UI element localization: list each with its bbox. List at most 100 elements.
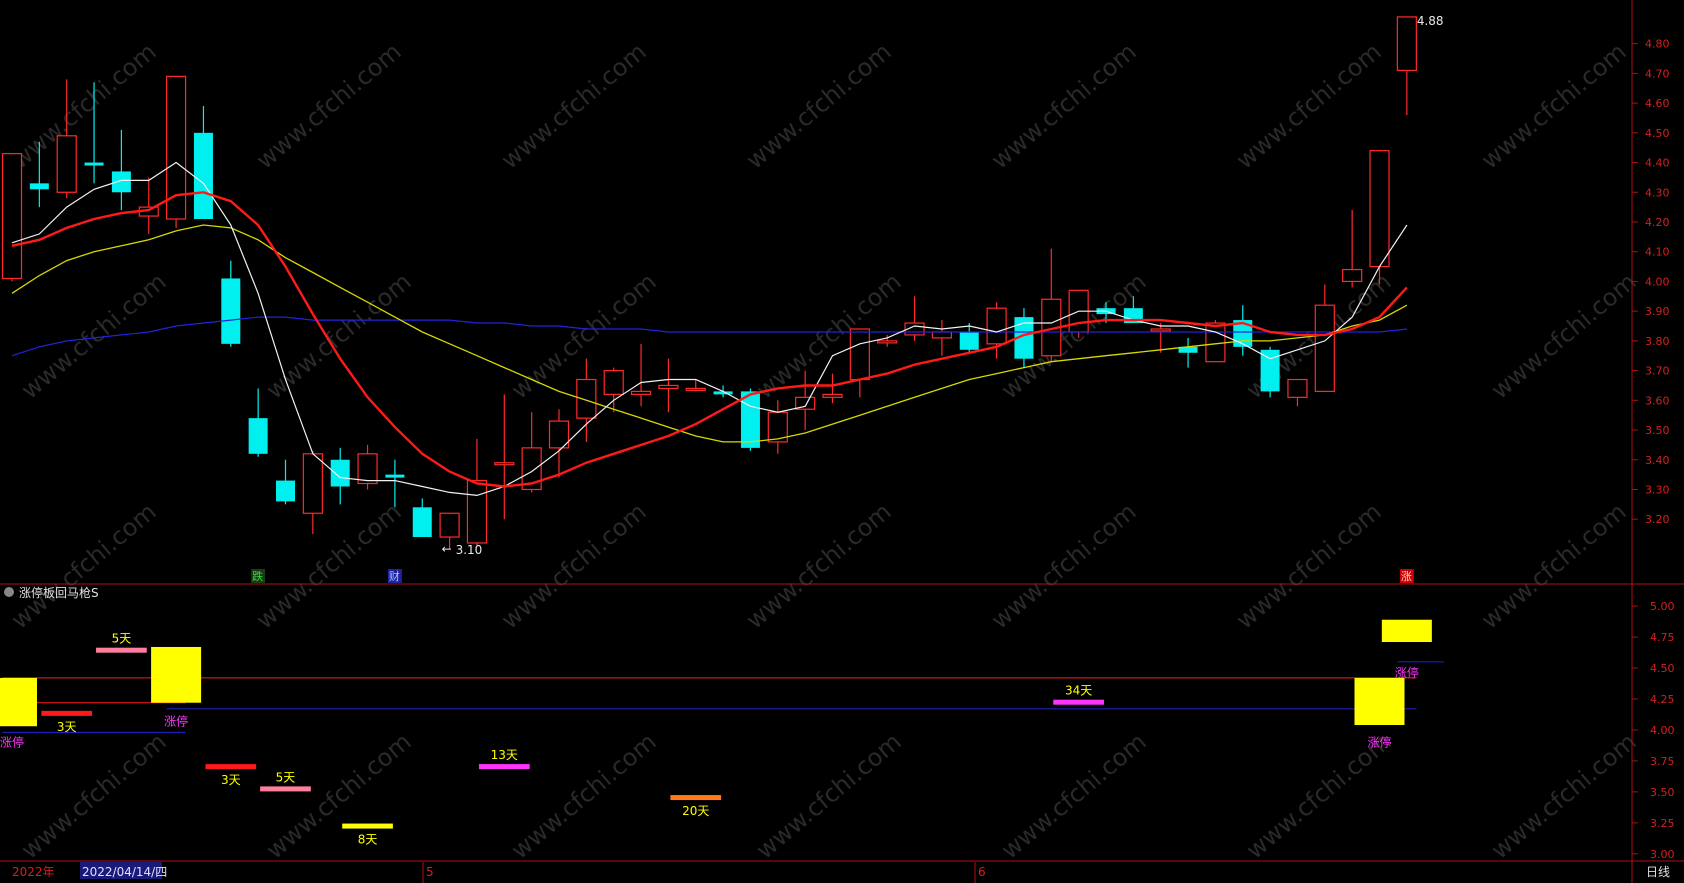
candle-body-up[interactable] — [1342, 268, 1363, 283]
y-tick-label: 4.30 — [1645, 186, 1670, 199]
y-tick-label: 3.20 — [1645, 513, 1670, 526]
y-tick-label: 3.40 — [1645, 454, 1670, 467]
limit-up-block[interactable] — [0, 677, 37, 727]
signal-day-label: 5天 — [276, 770, 296, 784]
candle-body-up[interactable] — [822, 393, 843, 398]
y-tick-label: 4.80 — [1645, 38, 1670, 51]
low-arrow: ← — [442, 542, 452, 556]
y-tick-label: 3.60 — [1645, 394, 1670, 407]
signal-day-label: 8天 — [358, 833, 378, 847]
candle-body-up[interactable] — [877, 340, 898, 344]
limit-up-label: 涨停 — [1395, 665, 1419, 680]
limit-up-block[interactable] — [151, 646, 202, 703]
candle-body-up[interactable] — [685, 387, 706, 392]
limit-up-block[interactable] — [1381, 619, 1432, 643]
y-tick-label: 3.90 — [1645, 305, 1670, 318]
signal-bar[interactable] — [670, 795, 722, 801]
candle-body-down[interactable] — [959, 331, 979, 350]
candle-body-up[interactable] — [603, 369, 624, 395]
high-price-label: 4.88 — [1417, 14, 1444, 28]
low-price-label: 3.10 — [456, 543, 483, 557]
candle-body-up[interactable] — [1150, 328, 1171, 332]
candle-body-down[interactable] — [412, 507, 432, 538]
signal-bar[interactable] — [260, 786, 311, 792]
event-marker[interactable]: 涨 — [1401, 570, 1412, 583]
signal-bar[interactable] — [478, 764, 530, 770]
sub-y-tick-label: 4.25 — [1650, 693, 1675, 706]
candle-body-down[interactable] — [193, 132, 213, 220]
candle-body-up[interactable] — [1, 153, 23, 280]
signal-bar[interactable] — [1053, 699, 1104, 705]
y-tick-label: 4.70 — [1645, 67, 1670, 80]
candle-body-down[interactable] — [111, 171, 131, 193]
limit-up-block[interactable] — [1354, 677, 1405, 725]
month-6-label: 6 — [978, 865, 986, 879]
candle-body-down[interactable] — [330, 459, 350, 487]
limit-up-label: 涨停 — [0, 734, 24, 749]
signal-day-label: 3天 — [57, 720, 77, 734]
candle-body-up[interactable] — [1396, 16, 1417, 72]
limit-up-label: 涨停 — [1367, 734, 1391, 749]
candle-body-down[interactable] — [385, 474, 405, 478]
candle-body-up[interactable] — [576, 378, 597, 419]
cursor-date: 2022/04/14/四 — [82, 865, 167, 879]
limit-up-label: 涨停 — [164, 713, 188, 728]
sub-y-tick-label: 3.00 — [1650, 848, 1675, 861]
y-tick-label: 4.00 — [1645, 275, 1670, 288]
sub-y-tick-label: 5.00 — [1650, 600, 1675, 613]
sub-y-tick-label: 4.50 — [1650, 662, 1675, 675]
candle-body-down[interactable] — [248, 418, 268, 454]
year-label: 2022年 — [12, 865, 55, 879]
period-label[interactable]: 日线 — [1646, 865, 1670, 879]
signal-bar[interactable] — [41, 710, 93, 716]
candle-body-up[interactable] — [1287, 378, 1308, 398]
signal-day-label: 5天 — [112, 632, 132, 646]
candle-body-down[interactable] — [84, 162, 104, 166]
candle-body-down[interactable] — [29, 183, 49, 190]
sub-y-tick-label: 4.75 — [1650, 631, 1675, 644]
indicator-title: 涨停板回马枪S — [19, 585, 99, 600]
signal-bar[interactable] — [96, 647, 147, 653]
y-tick-label: 4.40 — [1645, 157, 1670, 170]
candle-body-up[interactable] — [466, 479, 488, 544]
y-tick-label: 4.20 — [1645, 216, 1670, 229]
signal-day-label: 3天 — [221, 773, 241, 787]
sub-y-tick-label: 4.00 — [1650, 724, 1675, 737]
sub-y-tick-label: 3.50 — [1650, 786, 1675, 799]
candle-body-up[interactable] — [494, 462, 515, 466]
candle-body-up[interactable] — [439, 512, 460, 538]
signal-day-label: 34天 — [1065, 684, 1092, 698]
candle-body-up[interactable] — [56, 135, 77, 193]
y-tick-label: 3.50 — [1645, 424, 1670, 437]
y-tick-label: 3.30 — [1645, 483, 1670, 496]
stock-chart[interactable]: www.cfchi.com www.cfchi.com www.cfchi.com w… — [0, 0, 1684, 883]
candle-body-up[interactable] — [986, 307, 1007, 345]
y-tick-label: 4.50 — [1645, 127, 1670, 140]
candle-body-up[interactable] — [630, 390, 652, 395]
collapse-icon[interactable] — [4, 587, 14, 597]
sub-y-tick-label: 3.25 — [1650, 817, 1675, 830]
candle-body-up[interactable] — [1314, 304, 1335, 392]
signal-day-label: 13天 — [491, 748, 518, 762]
candle-body-up[interactable] — [357, 453, 378, 485]
y-tick-label: 4.10 — [1645, 246, 1670, 259]
candle-body-up[interactable] — [302, 453, 323, 514]
candle-body-down[interactable] — [276, 480, 295, 502]
signal-bar[interactable] — [205, 764, 257, 770]
signal-bar[interactable] — [342, 823, 393, 829]
month-5-label: 5 — [426, 865, 434, 879]
candle-body-up[interactable] — [1205, 322, 1226, 363]
y-tick-label: 3.80 — [1645, 335, 1670, 348]
event-marker[interactable]: 跌 — [252, 569, 263, 583]
candle-body-down[interactable] — [221, 278, 241, 344]
candle-body-up[interactable] — [849, 328, 870, 381]
signal-day-label: 20天 — [682, 804, 709, 818]
candle-body-up[interactable] — [658, 384, 679, 390]
candle-body-down[interactable] — [740, 391, 760, 448]
y-tick-label: 4.60 — [1645, 97, 1670, 110]
y-tick-label: 3.70 — [1645, 365, 1670, 378]
event-marker[interactable]: 财 — [389, 569, 400, 583]
candle-body-up[interactable] — [1369, 150, 1390, 268]
candle-body-up[interactable] — [931, 331, 953, 339]
sub-y-tick-label: 3.75 — [1650, 755, 1675, 768]
